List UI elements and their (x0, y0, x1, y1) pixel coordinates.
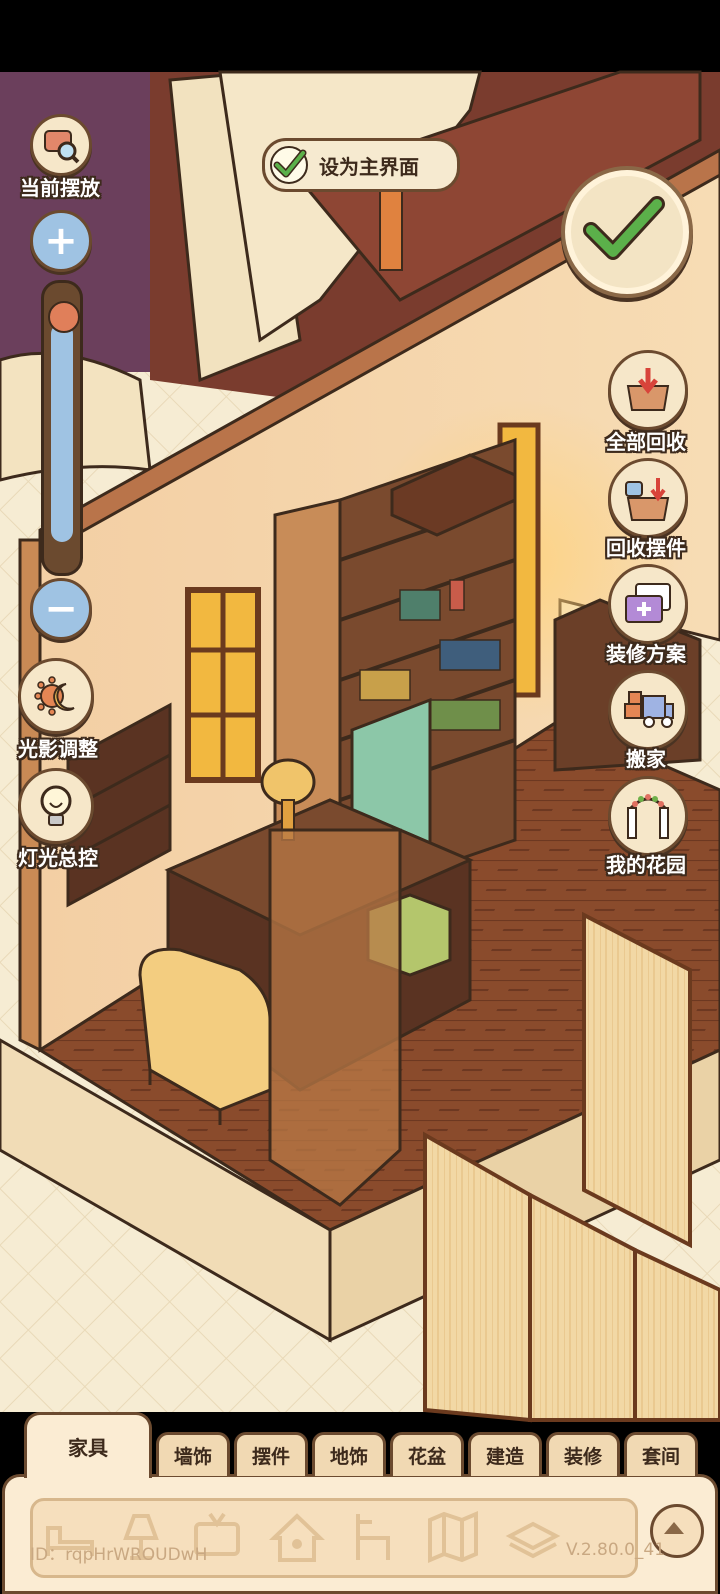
zoom-slider-knob[interactable] (48, 301, 80, 333)
player-id: ID：rqpHrWROUDwH (30, 1545, 208, 1565)
light-control-label: 灯光总控 (18, 846, 98, 870)
tab-build[interactable]: 建造 (468, 1432, 542, 1476)
renovation-plan-label: 装修方案 (606, 642, 686, 666)
light-adjust-button[interactable] (18, 658, 94, 734)
map-icon[interactable] (424, 1508, 482, 1566)
tab-flower-pots[interactable]: 花盆 (390, 1432, 464, 1476)
tab-suites[interactable]: 套间 (624, 1432, 698, 1476)
lightbulb-icon (40, 785, 72, 826)
recycle-all-label: 全部回收 (606, 430, 686, 454)
stack-icon[interactable] (504, 1508, 562, 1566)
recycle-items-label: 回收摆件 (606, 536, 686, 560)
current-placement-label: 当前摆放 (20, 176, 100, 200)
sun-moon-icon (34, 676, 75, 716)
pet-house-icon[interactable] (268, 1508, 326, 1566)
tab-furniture[interactable]: 家具 (24, 1412, 152, 1478)
set-main-screen-button[interactable]: 设为主界面 (262, 138, 460, 192)
magnifier-icon (44, 130, 80, 164)
tab-renovation[interactable]: 装修 (546, 1432, 620, 1476)
move-house-label: 搬家 (626, 747, 666, 771)
checkbox-checked-icon (270, 146, 308, 184)
my-garden-button[interactable] (608, 776, 688, 856)
zoom-out-button[interactable]: − (30, 578, 92, 640)
recycle-items-button[interactable] (608, 458, 688, 538)
box-down-arrow-icon (626, 368, 670, 411)
minus-icon: − (44, 586, 78, 632)
chair-icon[interactable] (344, 1508, 402, 1566)
zoom-slider[interactable] (41, 280, 83, 576)
box-cup-icon (625, 478, 670, 521)
renovation-plan-button[interactable] (608, 564, 688, 644)
zoom-slider-fill (51, 323, 73, 542)
recycle-all-button[interactable] (608, 350, 688, 430)
version-label: V.2.80.0_41 (566, 1540, 666, 1560)
plus-icon: + (44, 218, 78, 264)
move-house-button[interactable] (608, 670, 688, 750)
light-adjust-label: 光影调整 (18, 737, 98, 761)
tab-floor-decor[interactable]: 地饰 (312, 1432, 386, 1476)
light-control-button[interactable] (18, 768, 94, 844)
moving-truck-icon (624, 691, 674, 728)
my-garden-label: 我的花园 (606, 853, 686, 877)
set-main-screen-label: 设为主界面 (319, 154, 419, 179)
tab-ornaments[interactable]: 摆件 (234, 1432, 308, 1476)
confirm-button[interactable] (561, 166, 693, 298)
checkmark-icon (583, 196, 665, 260)
zoom-in-button[interactable]: + (30, 210, 92, 272)
tab-wall-decor[interactable]: 墙饰 (156, 1432, 230, 1476)
blueprint-icon (625, 583, 671, 623)
current-placement-button[interactable] (30, 114, 92, 176)
garden-arch-icon (627, 794, 669, 839)
